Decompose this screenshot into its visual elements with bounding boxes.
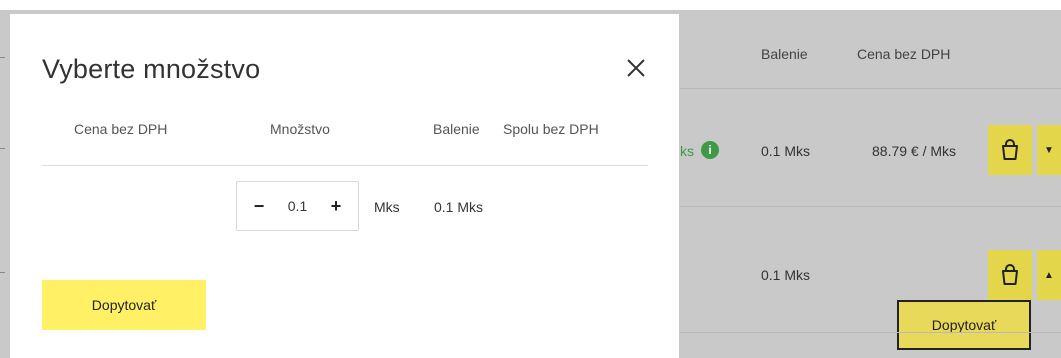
bg-stock-text: ks bbox=[680, 143, 694, 159]
caret-up-icon: ▲ bbox=[1044, 269, 1054, 281]
header-balenie: Balenie bbox=[433, 121, 480, 137]
shopping-bag-icon bbox=[1002, 264, 1018, 285]
dopytovat-button[interactable]: Dopytovať bbox=[42, 280, 206, 330]
increment-button[interactable]: + bbox=[328, 196, 344, 217]
bg-header-divider bbox=[680, 88, 1061, 89]
modal-title: Vyberte množstvo bbox=[42, 54, 261, 84]
bg-header-balenie: Balenie bbox=[761, 46, 808, 62]
quantity-unit: Mks bbox=[374, 199, 400, 215]
quantity-stepper: − + bbox=[236, 181, 359, 231]
quantity-input[interactable] bbox=[277, 198, 318, 214]
bg-row-balenie: 0.1 Mks bbox=[761, 143, 811, 159]
left-edge-tick bbox=[0, 148, 5, 149]
header-mnozstvo: Množstvo bbox=[270, 121, 330, 137]
close-button[interactable] bbox=[624, 56, 648, 80]
header-spolu-bez-dph: Spolu bez DPH bbox=[503, 121, 599, 137]
header-divider bbox=[42, 165, 648, 166]
cart-dropdown-toggle[interactable]: ▲ bbox=[1037, 250, 1061, 300]
bg-header-cena: Cena bez DPH bbox=[857, 46, 951, 62]
left-edge-tick bbox=[0, 57, 5, 58]
add-to-cart-button[interactable] bbox=[988, 250, 1032, 300]
bg-dopytovat-label: Dopytovať bbox=[931, 317, 997, 333]
left-edge-tick bbox=[0, 272, 5, 273]
background-top-strip bbox=[0, 0, 1061, 10]
header-cena-bez-dph: Cena bez DPH bbox=[74, 121, 168, 137]
decrement-button[interactable]: − bbox=[251, 196, 267, 217]
bg-dopytovat-button[interactable]: Dopytovať bbox=[897, 300, 1031, 350]
info-icon[interactable]: i bbox=[701, 141, 719, 159]
quantity-modal: Vyberte množstvo Cena bez DPH Množstvo B… bbox=[10, 14, 679, 358]
close-icon bbox=[627, 59, 645, 77]
bg-row-divider bbox=[680, 332, 1061, 333]
add-to-cart-button[interactable] bbox=[988, 125, 1032, 175]
bg-row-cena: 88.79 € / Mks bbox=[872, 143, 957, 159]
dopytovat-label: Dopytovať bbox=[91, 297, 157, 313]
bg-row-divider bbox=[680, 206, 1061, 207]
cart-dropdown-toggle[interactable]: ▼ bbox=[1037, 125, 1061, 175]
caret-down-icon: ▼ bbox=[1044, 144, 1054, 156]
bg-row-balenie: 0.1 Mks bbox=[761, 267, 811, 283]
balenie-value: 0.1 Mks bbox=[434, 199, 484, 215]
shopping-bag-icon bbox=[1002, 139, 1018, 160]
